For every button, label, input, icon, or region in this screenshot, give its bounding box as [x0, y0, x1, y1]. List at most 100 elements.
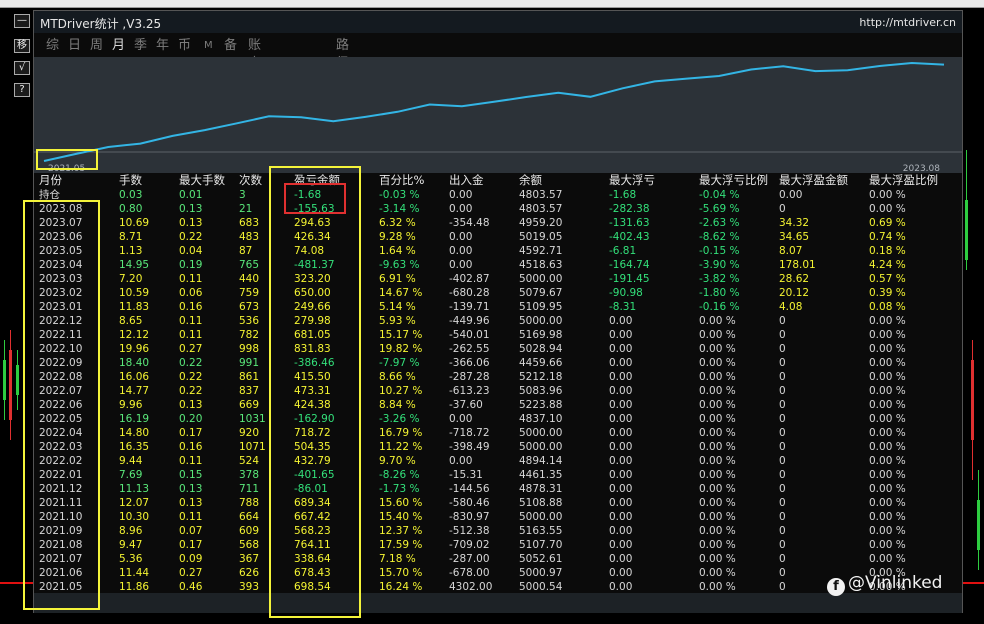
cell-max-floating-loss-ratio: 0.00 %: [699, 581, 736, 593]
cell-max-lots: 0.11: [179, 273, 203, 285]
cell-max-floating-profit-ratio: 0.39 %: [869, 287, 906, 299]
cell-trades: 21: [239, 203, 253, 215]
cell-max-lots: 0.06: [179, 287, 203, 299]
website-link[interactable]: http://mtdriver.cn: [859, 16, 956, 29]
candle: [977, 500, 980, 550]
equity-curve-line: [43, 61, 945, 162]
cell-max-floating-loss: 0.00: [609, 455, 633, 467]
cell-max-lots: 0.17: [179, 539, 203, 551]
cell-max-floating-profit: 0: [779, 441, 786, 453]
cell-max-floating-profit-ratio: 0.00 %: [869, 539, 906, 551]
cell-trades: 524: [239, 455, 260, 467]
tab-year[interactable]: 年: [156, 37, 169, 55]
cell-max-floating-loss: -402.43: [609, 231, 650, 243]
cell-trades: 765: [239, 259, 260, 271]
cell-balance: 5079.67: [519, 287, 563, 299]
cell-max-floating-loss-ratio: -5.69 %: [699, 203, 740, 215]
cell-max-floating-loss: 0.00: [609, 497, 633, 509]
facebook-icon: f: [827, 578, 845, 596]
cell-deposit-withdraw: -678.00: [449, 567, 490, 579]
header-lots: 手数: [119, 173, 142, 187]
cell-lots: 12.07: [119, 497, 150, 509]
cell-trades: 673: [239, 301, 260, 313]
cell-max-floating-loss: 0.00: [609, 385, 633, 397]
cell-percent: 14.67 %: [379, 287, 423, 299]
cell-max-floating-profit: 0: [779, 525, 786, 537]
cell-deposit-withdraw: -287.28: [449, 371, 490, 383]
cell-max-floating-loss-ratio: 0.00 %: [699, 385, 736, 397]
cell-percent: 15.60 %: [379, 497, 423, 509]
help-button[interactable]: ?: [14, 83, 30, 97]
tab-summary[interactable]: 综: [46, 37, 59, 55]
cell-max-floating-loss: -8.31: [609, 301, 637, 313]
cell-max-floating-profit-ratio: 0.69 %: [869, 217, 906, 229]
cell-lots: 19.96: [119, 343, 150, 355]
cell-trades: 759: [239, 287, 260, 299]
cell-max-floating-loss-ratio: 0.00 %: [699, 371, 736, 383]
cell-max-floating-loss-ratio: 0.00 %: [699, 553, 736, 565]
tab-week[interactable]: 周: [90, 37, 103, 55]
cell-deposit-withdraw: -709.02: [449, 539, 490, 551]
cell-max-floating-profit: 0: [779, 539, 786, 551]
cell-deposit-withdraw: -718.72: [449, 427, 490, 439]
cell-trades: 1031: [239, 413, 266, 425]
cell-trades: 920: [239, 427, 260, 439]
cell-percent: 12.37 %: [379, 525, 423, 537]
move-button[interactable]: 移: [14, 39, 30, 53]
cell-lots: 16.35: [119, 441, 150, 453]
cell-trades: 1071: [239, 441, 266, 453]
cell-balance: 4592.71: [519, 245, 563, 257]
cell-deposit-withdraw: -580.46: [449, 497, 490, 509]
cell-max-floating-loss-ratio: -0.15 %: [699, 245, 740, 257]
confirm-button[interactable]: √: [14, 61, 30, 75]
cell-lots: 14.80: [119, 427, 150, 439]
cell-trades: 683: [239, 217, 260, 229]
cell-deposit-withdraw: -144.56: [449, 483, 490, 495]
cell-percent: 15.40 %: [379, 511, 423, 523]
cell-max-floating-loss: -131.63: [609, 217, 650, 229]
cell-lots: 16.19: [119, 413, 150, 425]
cell-max-floating-loss-ratio: 0.00 %: [699, 427, 736, 439]
cell-deposit-withdraw: -540.01: [449, 329, 490, 341]
cell-balance: 5000.00: [519, 511, 563, 523]
tab-day[interactable]: 日: [68, 37, 81, 55]
cell-max-floating-loss-ratio: 0.00 %: [699, 469, 736, 481]
cell-max-floating-loss-ratio: 0.00 %: [699, 511, 736, 523]
tab-notes[interactable]: 备: [224, 37, 237, 55]
tab-m[interactable]: M: [204, 37, 213, 55]
cell-lots: 11.13: [119, 483, 150, 495]
cell-max-lots: 0.27: [179, 567, 203, 579]
cell-balance: 5083.96: [519, 385, 563, 397]
cell-max-floating-profit-ratio: 0.18 %: [869, 245, 906, 257]
cell-max-floating-profit: 0: [779, 567, 786, 579]
cell-max-floating-profit-ratio: 0.00 %: [869, 399, 906, 411]
candle: [971, 360, 974, 440]
cell-balance: 4518.63: [519, 259, 563, 271]
cell-max-floating-loss-ratio: -8.62 %: [699, 231, 740, 243]
cell-lots: 10.30: [119, 511, 150, 523]
header-percent: 百分比%: [379, 173, 425, 187]
cell-lots: 12.12: [119, 329, 150, 341]
cell-max-floating-profit-ratio: 0.00 %: [869, 511, 906, 523]
cell-percent: 1.64 %: [379, 245, 416, 257]
cell-max-floating-profit-ratio: 4.24 %: [869, 259, 906, 271]
equity-curve-panel: 2021.05 2023.08: [34, 57, 962, 174]
cell-max-floating-profit: 0: [779, 385, 786, 397]
cell-balance: 4878.31: [519, 483, 563, 495]
minimize-button[interactable]: —: [14, 14, 30, 28]
cell-max-floating-profit-ratio: 0.00 %: [869, 203, 906, 215]
tab-currency[interactable]: 币: [178, 37, 191, 55]
cell-max-floating-loss: 0.00: [609, 371, 633, 383]
candle: [9, 350, 12, 420]
cell-percent: -1.73 %: [379, 483, 420, 495]
cell-lots: 9.96: [119, 399, 143, 411]
cell-balance: 4959.20: [519, 217, 563, 229]
tab-quarter[interactable]: 季: [134, 37, 147, 55]
cell-trades: 998: [239, 343, 260, 355]
cell-lots: 0.03: [119, 189, 143, 201]
tab-month[interactable]: 月: [112, 37, 125, 55]
cell-max-floating-profit: 178.01: [779, 259, 816, 271]
cell-max-floating-profit-ratio: 0.57 %: [869, 273, 906, 285]
cell-max-lots: 0.13: [179, 399, 203, 411]
cell-balance: 4837.10: [519, 413, 563, 425]
